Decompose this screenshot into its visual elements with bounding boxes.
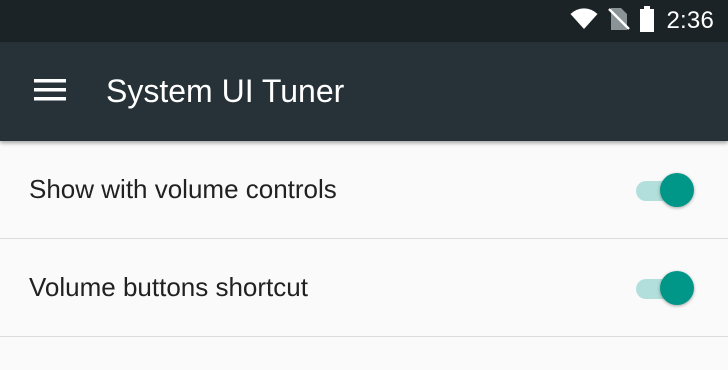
volume-buttons-shortcut-toggle[interactable] xyxy=(636,271,694,305)
no-sim-icon xyxy=(608,7,631,35)
setting-row-show-with-volume-controls[interactable]: Show with volume controls xyxy=(0,141,728,239)
menu-button[interactable] xyxy=(22,69,78,115)
app-bar: System UI Tuner xyxy=(0,42,728,141)
status-icons: 2:36 xyxy=(560,0,714,42)
wifi-icon xyxy=(570,8,598,34)
status-time: 2:36 xyxy=(666,7,714,34)
show-with-volume-controls-toggle[interactable] xyxy=(636,173,694,207)
setting-row-volume-buttons-shortcut[interactable]: Volume buttons shortcut xyxy=(0,239,728,337)
setting-label: Volume buttons shortcut xyxy=(29,272,308,302)
toggle-thumb xyxy=(660,271,694,305)
page-title: System UI Tuner xyxy=(106,73,345,109)
setting-label: Show with volume controls xyxy=(29,174,337,204)
status-bar: 2:36 xyxy=(0,0,728,42)
toggle-thumb xyxy=(660,173,694,207)
settings-list: Show with volume controls Volume buttons… xyxy=(0,141,728,337)
hamburger-menu-icon xyxy=(34,79,66,105)
battery-icon xyxy=(640,6,655,36)
